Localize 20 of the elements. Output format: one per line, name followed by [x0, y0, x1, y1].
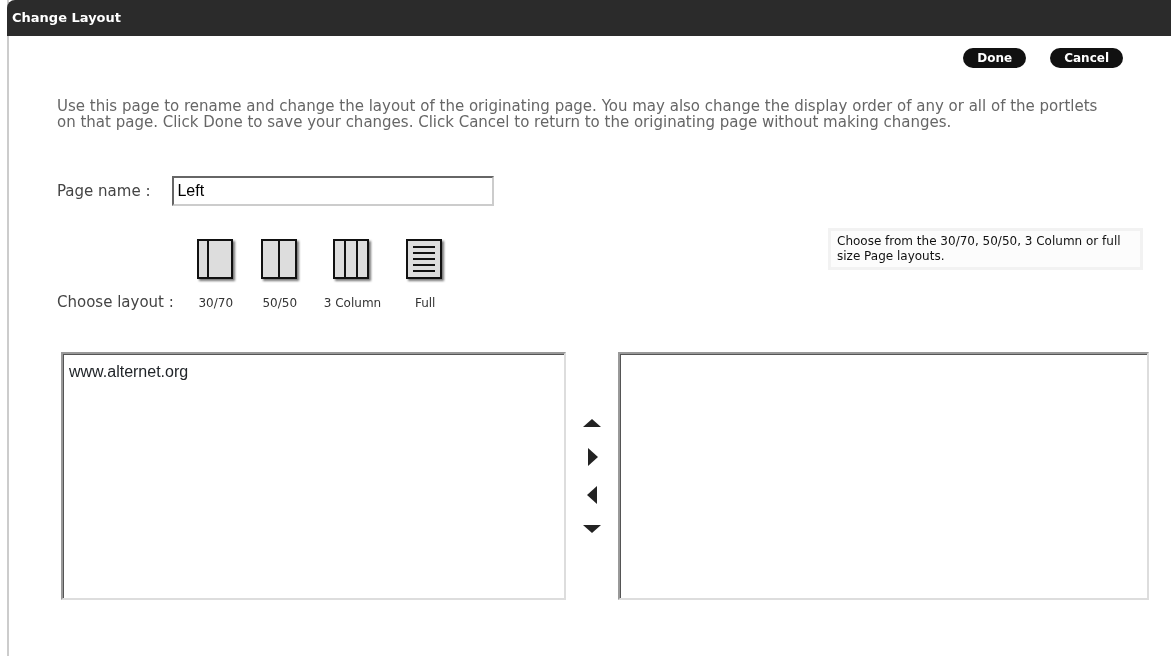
move-left-icon[interactable]: [586, 486, 598, 504]
move-up-icon[interactable]: [583, 418, 601, 428]
action-button[interactable]: Cancel: [1050, 48, 1123, 68]
layout-option-label[interactable]: Full: [414, 294, 436, 312]
move-down-icon[interactable]: [583, 524, 601, 534]
list-item[interactable]: www.alternet.org: [69, 360, 558, 384]
layout-icon[interactable]: [195, 238, 236, 282]
instructions-text: Use this page to rename and change the layout of the originating page. You may also change the display order of any or all of the portlets on that page. Click Done to save your changes. Click Cancel to return to the originating page without making changes.: [57, 98, 1099, 130]
action-button[interactable]: Done: [963, 48, 1027, 68]
layout-option-label[interactable]: 3 Column: [323, 294, 382, 312]
window-title: Change Layout: [7, 0, 1171, 36]
layout-option-label[interactable]: 30/70: [198, 294, 234, 312]
portlet-list[interactable]: www.alternet.org: [61, 352, 566, 600]
layout-option-label[interactable]: 50/50: [262, 294, 298, 312]
page-name-label: Page name :: [57, 180, 151, 202]
layout-icon[interactable]: [259, 238, 300, 282]
choose-layout-label: Choose layout :: [57, 291, 174, 313]
hint-text: Choose from the 30/70, 50/50, 3 Column or full size Page layouts.: [828, 228, 1143, 270]
move-right-icon[interactable]: [586, 448, 598, 466]
page-name-field[interactable]: Left: [172, 176, 495, 206]
